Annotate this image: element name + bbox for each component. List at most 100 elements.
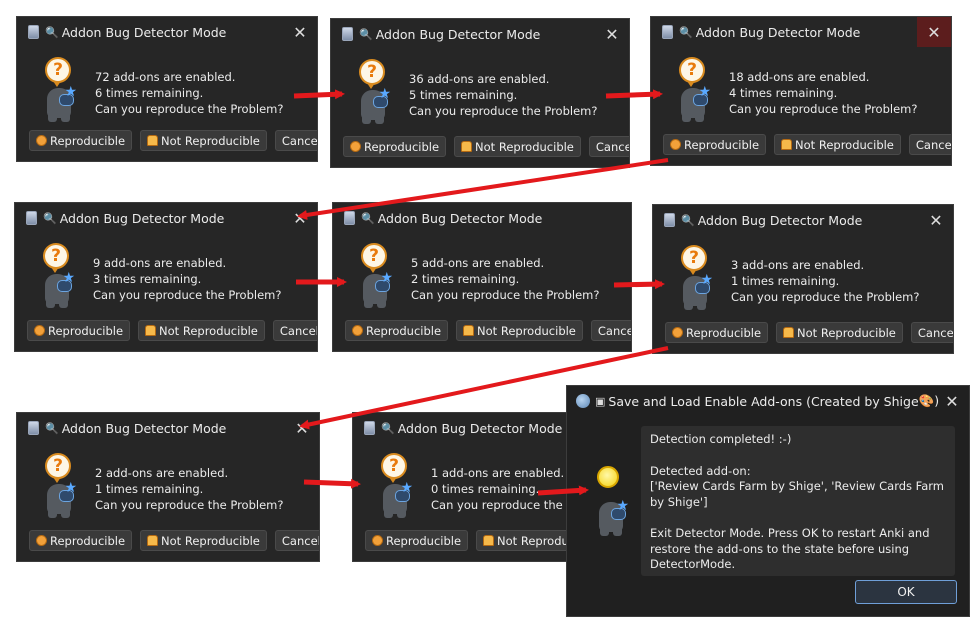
app-window-icon [344, 211, 355, 225]
app-window-icon [342, 27, 353, 41]
not-reproducible-label: Not Reproducible [475, 139, 574, 154]
cancel-button[interactable]: Cancel [274, 530, 319, 551]
enabled-count: 5 add-ons are enabled. [411, 256, 545, 270]
cancel-button[interactable]: Cancel [272, 320, 317, 341]
cancel-button[interactable]: Cancel [590, 320, 631, 341]
not-reproducible-button[interactable]: Not Reproducible [140, 130, 267, 151]
not-reproducible-button[interactable]: Not Reproducible [138, 320, 265, 341]
mascot-figure: ? ★ [357, 59, 393, 125]
reproducible-button[interactable]: Reproducible [365, 530, 469, 551]
close-icon[interactable]: ✕ [919, 205, 953, 235]
enabled-count: 72 add-ons are enabled. [95, 70, 236, 84]
not-reproducible-icon [483, 535, 495, 546]
magnifier-icon: 🔍 [359, 27, 373, 41]
cancel-button[interactable]: Cancel [274, 130, 317, 151]
not-reproducible-button[interactable]: Not Reproducible [456, 320, 583, 341]
reproducible-button[interactable]: Reproducible [29, 530, 133, 551]
remaining-count: 2 times remaining. [411, 272, 520, 286]
reproducible-label: Reproducible [50, 533, 126, 548]
mascot-icon: ★ [681, 84, 711, 122]
close-icon[interactable]: ✕ [917, 17, 951, 47]
app-window-icon [364, 421, 375, 435]
completed-text: Detection completed! :-) [650, 432, 792, 446]
message: 1 add-ons are enabled. 0 times remaining… [431, 465, 581, 513]
dialog-title: Addon Bug Detector Mode [377, 210, 543, 226]
enabled-count: 36 add-ons are enabled. [409, 72, 550, 86]
not-reproducible-icon [145, 325, 157, 336]
reproducible-button[interactable]: Reproducible [343, 136, 447, 157]
reproducible-icon [672, 327, 683, 338]
reproducible-button[interactable]: Reproducible [665, 322, 769, 343]
reproducible-button[interactable]: Reproducible [29, 130, 133, 151]
reproducible-label: Reproducible [684, 137, 760, 152]
app-window-icon [26, 211, 37, 225]
not-reproducible-label: Not Reproducible [797, 325, 896, 340]
detector-dialog-3: 🔍 Addon Bug Detector Mode ✕ ? ★ 18 add-o… [650, 16, 952, 166]
not-reproducible-icon [147, 535, 159, 546]
enabled-count: 18 add-ons are enabled. [729, 70, 870, 84]
detector-dialog-7: 🔍 Addon Bug Detector Mode ✕ ? ★ 2 add-on… [16, 412, 320, 562]
dialog-title: Addon Bug Detector Mode [397, 420, 563, 436]
mascot-figure: ? ★ [679, 245, 715, 311]
message: 5 add-ons are enabled. 2 times remaining… [411, 255, 599, 303]
detector-dialog-6: 🔍 Addon Bug Detector Mode ✕ ? ★ 3 add-on… [652, 204, 954, 354]
question-text: Can you reproduce the Problem? [729, 102, 918, 116]
mascot-icon: ★ [47, 84, 77, 122]
mascot-icon: ★ [363, 270, 393, 308]
exit-text: Exit Detector Mode. Press OK to restart … [650, 526, 930, 571]
ok-button[interactable]: OK [855, 580, 957, 604]
question-text: Can you reproduce the Problem? [431, 498, 581, 512]
cancel-button[interactable]: Cancel [588, 136, 629, 157]
mascot-figure: ? ★ [41, 243, 77, 309]
reproducible-label: Reproducible [686, 325, 762, 340]
detector-dialog-5: 🔍 Addon Bug Detector Mode ? ★ 5 add-ons … [332, 202, 632, 352]
reproducible-label: Reproducible [48, 323, 124, 338]
not-reproducible-button[interactable]: Not Reproducible [140, 530, 267, 551]
reproducible-icon [36, 535, 47, 546]
title-bar: 🔍 Addon Bug Detector Mode ✕ [15, 203, 317, 233]
lightbulb-icon [597, 466, 619, 488]
close-icon[interactable]: ✕ [595, 19, 629, 49]
title-bar: 🔍 Addon Bug Detector Mode ✕ [653, 205, 953, 235]
button-row: Reproducible Not Reproducible Cancel [665, 322, 953, 343]
not-reproducible-label: Not Reproducible [161, 533, 260, 548]
reproducible-button[interactable]: Reproducible [345, 320, 449, 341]
app-window-icon [664, 213, 675, 227]
magnifier-icon: 🔍 [381, 421, 395, 435]
result-panel: Detection completed! :-) Detected add-on… [641, 426, 955, 576]
not-reproducible-icon [461, 141, 473, 152]
close-icon[interactable]: ✕ [935, 386, 969, 416]
close-icon[interactable]: ✕ [285, 413, 319, 443]
title-bar: 🔍 Addon Bug Detector Mode [333, 203, 631, 233]
reproducible-button[interactable]: Reproducible [27, 320, 131, 341]
message: 36 add-ons are enabled. 5 times remainin… [409, 71, 597, 119]
enabled-count: 9 add-ons are enabled. [93, 256, 227, 270]
not-reproducible-button[interactable]: Not Reproducible [774, 134, 901, 155]
reproducible-label: Reproducible [366, 323, 442, 338]
magnifier-icon: 🔍 [43, 211, 57, 225]
reproducible-icon [670, 139, 681, 150]
mascot-figure: ? ★ [677, 57, 713, 123]
close-icon[interactable]: ✕ [283, 203, 317, 233]
not-reproducible-icon [783, 327, 795, 338]
title-bar: 🔍 Addon Bug Detector Mode ✕ [17, 413, 319, 443]
detector-dialog-8: 🔍 Addon Bug Detector Mode ? ★ 1 add-ons … [352, 412, 582, 562]
message: 9 add-ons are enabled. 3 times remaining… [93, 255, 281, 303]
title-bar: 🔍 Addon Bug Detector Mode ✕ [331, 19, 629, 49]
magnifier-icon: 🔍 [679, 25, 693, 39]
button-row: Reproducible Not Reproducible Cancel [345, 320, 631, 341]
cancel-button[interactable]: Cancel [908, 134, 951, 155]
dialog-title: Addon Bug Detector Mode [695, 24, 861, 40]
not-reproducible-button[interactable]: Not Reproducible [776, 322, 903, 343]
detector-dialog-1: 🔍 Addon Bug Detector Mode ✕ ? ★ 72 add-o… [16, 16, 318, 162]
mascot-figure: ? ★ [43, 57, 79, 123]
question-bubble-icon: ? [45, 57, 71, 87]
cancel-button[interactable]: Cancel [910, 322, 953, 343]
question-text: Can you reproduce the Problem? [731, 290, 920, 304]
title-bar: ▣ Save and Load Enable Add-ons (Created … [567, 386, 969, 416]
not-reproducible-button[interactable]: Not Reproducible [454, 136, 581, 157]
button-row: Reproducible Not Reproducible Cancel [29, 530, 319, 551]
not-reproducible-label: Not Reproducible [161, 133, 260, 148]
close-icon[interactable]: ✕ [283, 17, 317, 47]
reproducible-button[interactable]: Reproducible [663, 134, 767, 155]
